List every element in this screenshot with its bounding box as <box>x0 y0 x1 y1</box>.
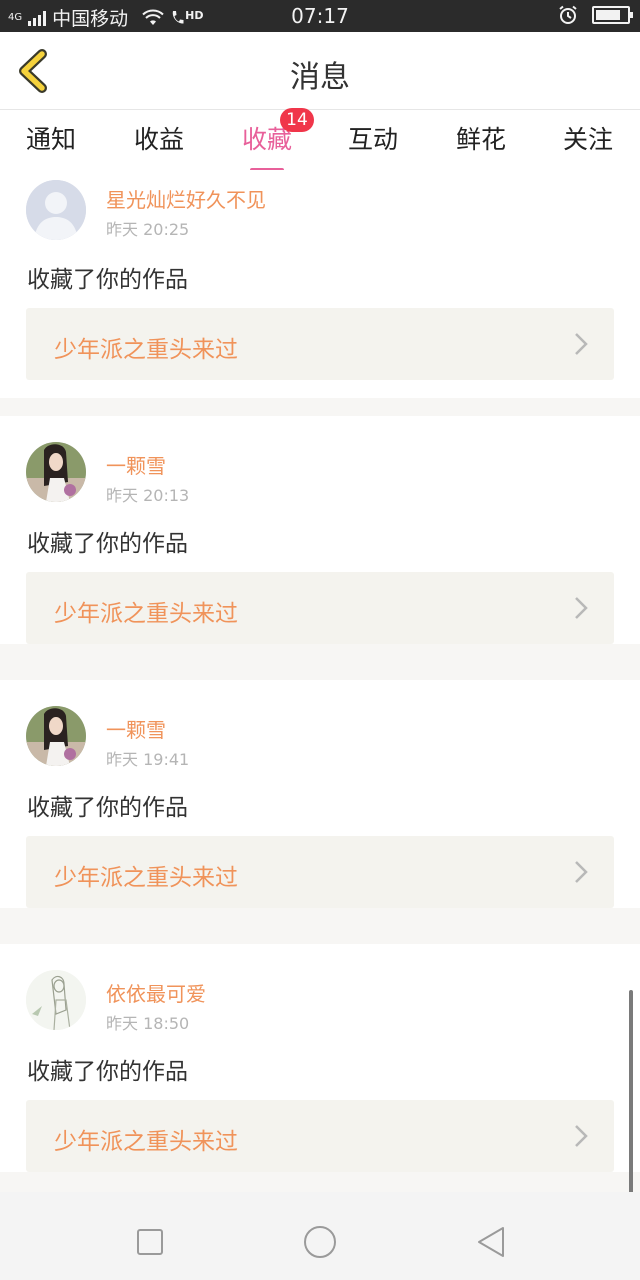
tab-label: 收益 <box>133 125 184 154</box>
unread-badge: 14 <box>280 108 314 132</box>
default-avatar-icon <box>26 180 86 240</box>
avatar[interactable] <box>26 442 86 502</box>
tab-interaction[interactable]: 互动 <box>328 120 418 156</box>
system-navbar <box>0 1192 640 1280</box>
home-circle-icon[interactable] <box>302 1224 338 1260</box>
work-card[interactable]: 少年派之重头来过 <box>26 1100 614 1172</box>
chevron-right-icon <box>575 333 588 355</box>
tab-favorites[interactable]: 收藏 14 <box>222 108 314 172</box>
work-card[interactable]: 少年派之重头来过 <box>26 572 614 644</box>
tab-label: 鲜花 <box>455 125 506 154</box>
user-photo-icon <box>26 442 86 502</box>
chevron-right-icon <box>575 597 588 619</box>
work-title: 少年派之重头来过 <box>54 865 238 891</box>
work-title: 少年派之重头来过 <box>54 337 238 363</box>
action-text: 收藏了你的作品 <box>27 531 188 557</box>
tab-label: 互动 <box>347 125 398 154</box>
list-item: 一颗雪 昨天 19:41 收藏了你的作品 少年派之重头来过 <box>0 680 640 908</box>
back-triangle-icon[interactable] <box>474 1224 510 1260</box>
work-title: 少年派之重头来过 <box>54 1129 238 1155</box>
tab-label: 通知 <box>25 125 76 154</box>
tab-follow[interactable]: 关注 <box>543 120 633 156</box>
list-item: 一颗雪 昨天 20:13 收藏了你的作品 少年派之重头来过 <box>0 416 640 644</box>
recents-square-icon[interactable] <box>132 1224 168 1260</box>
clock: 07:17 <box>291 4 349 28</box>
user-name[interactable]: 一颗雪 <box>106 450 166 479</box>
tab-label: 关注 <box>562 125 613 154</box>
timestamp: 昨天 20:25 <box>106 220 190 239</box>
battery-icon <box>592 6 633 24</box>
page-title: 消息 <box>290 60 350 95</box>
timestamp: 昨天 18:50 <box>106 1014 190 1033</box>
alarm-icon <box>559 5 577 24</box>
avatar[interactable] <box>26 706 86 766</box>
status-bar: 4G 中国移动 HD 07:17 <box>0 0 640 32</box>
chevron-right-icon <box>575 861 588 883</box>
chevron-right-icon <box>575 1125 588 1147</box>
user-name[interactable]: 依依最可爱 <box>106 978 206 1007</box>
avatar[interactable] <box>26 970 86 1030</box>
timestamp: 昨天 20:13 <box>106 486 190 505</box>
user-photo-icon <box>26 706 86 766</box>
action-text: 收藏了你的作品 <box>27 1059 188 1085</box>
user-name[interactable]: 一颗雪 <box>106 714 166 743</box>
work-card[interactable]: 少年派之重头来过 <box>26 308 614 380</box>
message-list[interactable]: 星光灿烂好久不见 昨天 20:25 收藏了你的作品 少年派之重头来过 一颗雪 昨… <box>0 170 640 1192</box>
action-text: 收藏了你的作品 <box>27 795 188 821</box>
scrollbar[interactable] <box>629 990 633 1204</box>
tab-notice[interactable]: 通知 <box>6 120 96 156</box>
list-item: 依依最可爱 昨天 18:50 收藏了你的作品 少年派之重头来过 <box>0 944 640 1172</box>
tab-earnings[interactable]: 收益 <box>114 120 204 156</box>
action-text: 收藏了你的作品 <box>27 267 188 293</box>
user-name[interactable]: 星光灿烂好久不见 <box>106 184 266 213</box>
work-card[interactable]: 少年派之重头来过 <box>26 836 614 908</box>
avatar[interactable] <box>26 180 86 240</box>
work-title: 少年派之重头来过 <box>54 601 238 627</box>
timestamp: 昨天 19:41 <box>106 750 190 769</box>
tab-bar: 通知 收益 收藏 14 互动 鲜花 关注 <box>0 108 640 172</box>
list-item: 星光灿烂好久不见 昨天 20:25 收藏了你的作品 少年派之重头来过 <box>0 170 640 398</box>
header: 消息 <box>0 32 640 110</box>
tab-flowers[interactable]: 鲜花 <box>436 120 526 156</box>
user-sketch-icon <box>26 970 86 1030</box>
